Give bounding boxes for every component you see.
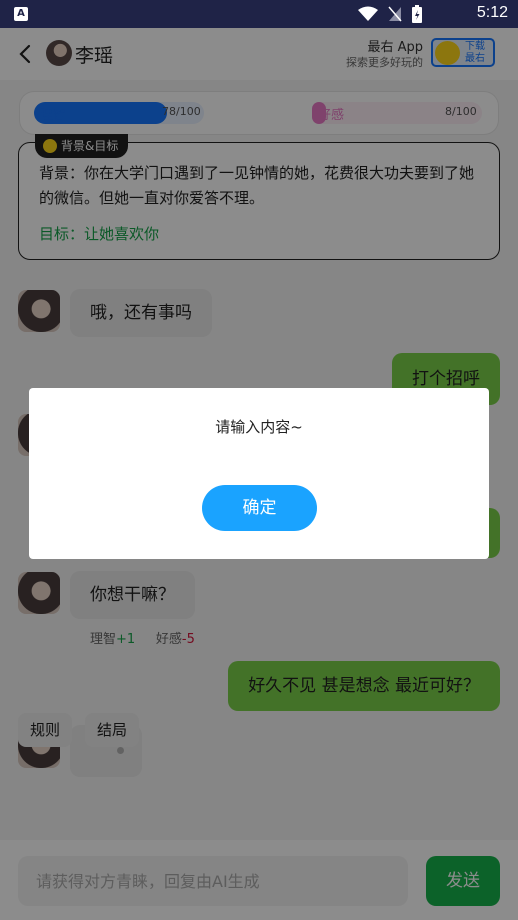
status-icons xyxy=(358,5,422,23)
dialog-message: 请输入内容~ xyxy=(215,418,303,436)
alert-dialog: 请输入内容~ 确定 xyxy=(29,388,489,559)
confirm-button[interactable]: 确定 xyxy=(202,485,317,531)
battery-icon xyxy=(412,5,422,23)
status-bar: A 5:12 xyxy=(0,0,518,28)
no-signal-icon xyxy=(388,6,402,22)
app-notification-icon: A xyxy=(14,7,28,21)
wifi-icon xyxy=(358,6,378,21)
clock: 5:12 xyxy=(476,4,508,21)
